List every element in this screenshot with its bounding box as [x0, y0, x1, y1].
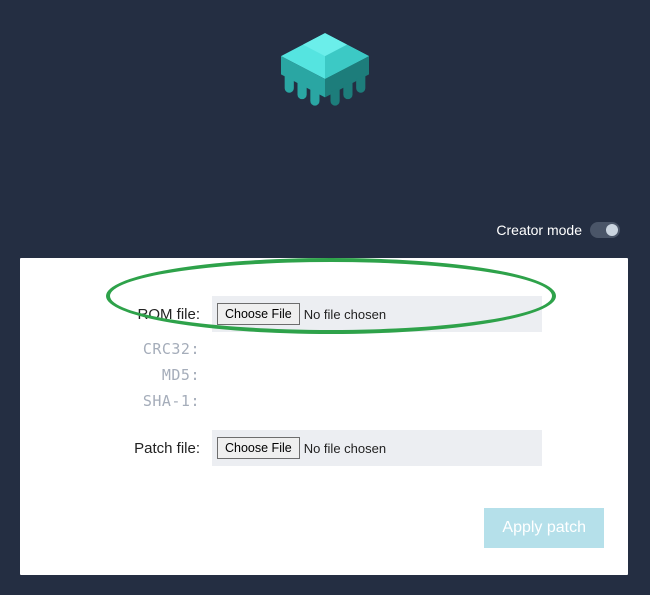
- actions-row: Apply patch: [44, 508, 604, 548]
- rom-file-row: ROM file: Choose File No file chosen: [44, 296, 604, 332]
- main-panel: ROM file: Choose File No file chosen CRC…: [20, 258, 628, 575]
- creator-mode-label: Creator mode: [496, 222, 582, 238]
- apply-patch-button[interactable]: Apply patch: [484, 508, 604, 548]
- rom-file-input[interactable]: Choose File No file chosen: [212, 296, 542, 332]
- hash-block: CRC32: MD5: SHA-1:: [44, 336, 604, 414]
- crc32-label: CRC32:: [44, 340, 212, 358]
- app-logo: [0, 0, 650, 139]
- rom-choose-button[interactable]: Choose File: [217, 303, 300, 325]
- toggle-knob: [606, 224, 618, 236]
- creator-mode-toggle[interactable]: [590, 222, 620, 238]
- sha1-label: SHA-1:: [44, 392, 212, 410]
- patch-file-row: Patch file: Choose File No file chosen: [44, 430, 604, 466]
- chip-icon: [270, 24, 380, 134]
- patch-file-input[interactable]: Choose File No file chosen: [212, 430, 542, 466]
- patch-file-label: Patch file:: [44, 440, 212, 457]
- rom-file-status: No file chosen: [304, 307, 386, 322]
- rom-file-label: ROM file:: [44, 306, 212, 323]
- patch-choose-button[interactable]: Choose File: [217, 437, 300, 459]
- patch-file-status: No file chosen: [304, 441, 386, 456]
- md5-label: MD5:: [44, 366, 212, 384]
- creator-mode-row: Creator mode: [496, 222, 620, 238]
